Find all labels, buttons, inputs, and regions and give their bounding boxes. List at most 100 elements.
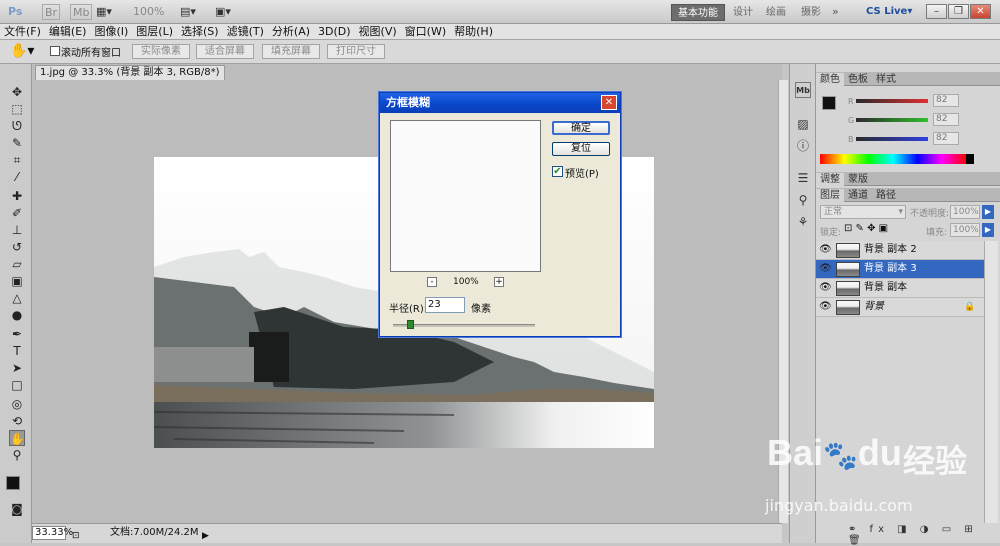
menu-layer[interactable]: 图层(L) bbox=[132, 24, 177, 40]
scroll-all-windows-checkbox[interactable] bbox=[50, 46, 60, 56]
fit-screen-button[interactable]: 适合屏幕 bbox=[196, 44, 254, 59]
menu-analysis[interactable]: 分析(A) bbox=[268, 24, 314, 40]
mini-bridge-panel-icon[interactable]: Mb bbox=[795, 82, 811, 98]
print-size-button[interactable]: 打印尺寸 bbox=[327, 44, 385, 59]
tab-styles[interactable]: 样式 bbox=[872, 73, 900, 86]
layer-row[interactable]: 👁 背景 🔒 bbox=[816, 298, 984, 317]
screen-mode-icon[interactable]: ▣▾ bbox=[215, 4, 231, 20]
visibility-eye-icon[interactable]: 👁 bbox=[819, 244, 832, 256]
fill-screen-button[interactable]: 填充屏幕 bbox=[262, 44, 320, 59]
crop-tool-icon[interactable]: ⌗ bbox=[9, 152, 25, 168]
tab-masks[interactable]: 蒙版 bbox=[844, 173, 872, 186]
workspace-photography[interactable]: 摄影 bbox=[795, 4, 827, 21]
dodge-tool-icon[interactable]: ● bbox=[9, 307, 25, 323]
menu-edit[interactable]: 编辑(E) bbox=[45, 24, 91, 40]
zoom-out-button[interactable]: - bbox=[427, 277, 437, 287]
marquee-tool-icon[interactable]: ⬚ bbox=[9, 101, 25, 117]
opacity-arrow-icon[interactable]: ▶ bbox=[982, 205, 994, 219]
dialog-close-icon[interactable]: ✕ bbox=[601, 95, 617, 110]
brush-tool-icon[interactable]: ✐ bbox=[9, 205, 25, 221]
blue-value[interactable]: 82 bbox=[933, 132, 959, 145]
tab-layers[interactable]: 图层 bbox=[816, 189, 844, 202]
menu-help[interactable]: 帮助(H) bbox=[450, 24, 497, 40]
workspace-essentials[interactable]: 基本功能 bbox=[671, 4, 725, 21]
info-panel-icon[interactable]: ⓘ bbox=[795, 138, 811, 154]
green-value[interactable]: 82 bbox=[933, 113, 959, 126]
mini-bridge-icon[interactable]: Mb bbox=[70, 4, 93, 20]
color-spectrum-bar[interactable] bbox=[820, 154, 966, 164]
visibility-eye-icon[interactable]: 👁 bbox=[819, 301, 832, 313]
menu-window[interactable]: 窗口(W) bbox=[401, 24, 450, 40]
green-slider[interactable] bbox=[856, 118, 928, 122]
gradient-tool-icon[interactable]: ▣ bbox=[9, 273, 25, 289]
quick-mask-icon[interactable]: ◙ bbox=[9, 501, 25, 517]
menu-view[interactable]: 视图(V) bbox=[355, 24, 401, 40]
zoom-tool-icon[interactable]: ⚲ bbox=[9, 447, 25, 463]
history-brush-tool-icon[interactable]: ↺ bbox=[9, 239, 25, 255]
visibility-eye-icon[interactable]: 👁 bbox=[819, 263, 832, 275]
tab-adjustments[interactable]: 调整 bbox=[816, 173, 844, 186]
blur-tool-icon[interactable]: △ bbox=[9, 290, 25, 306]
clone-source-panel-icon[interactable]: ⚘ bbox=[795, 214, 811, 230]
lock-icons[interactable]: ⊡ ✎ ✥ ▣ bbox=[844, 223, 888, 234]
brush-presets-panel-icon[interactable]: ⚲ bbox=[795, 192, 811, 208]
shape-tool-icon[interactable]: □ bbox=[9, 377, 25, 393]
move-tool-icon[interactable]: ✥ bbox=[9, 84, 25, 100]
menu-file[interactable]: 文件(F) bbox=[0, 24, 45, 40]
menu-image[interactable]: 图像(I) bbox=[90, 24, 132, 40]
blue-slider[interactable] bbox=[856, 137, 928, 141]
workspace-painting[interactable]: 绘画 bbox=[760, 4, 792, 21]
lasso-tool-icon[interactable]: ᘎ bbox=[9, 118, 25, 134]
path-selection-tool-icon[interactable]: ➤ bbox=[9, 360, 25, 376]
actual-pixels-button[interactable]: 实际像素 bbox=[132, 44, 190, 59]
preview-checkbox[interactable]: ✔ bbox=[552, 166, 563, 177]
ok-button[interactable]: 确定 bbox=[552, 121, 610, 135]
status-zoom-field[interactable]: 33.33% bbox=[32, 526, 73, 540]
layer-row[interactable]: 👁 背景 副本 2 bbox=[816, 241, 984, 260]
hand-tool-icon[interactable]: ✋ bbox=[9, 430, 25, 446]
menu-3d[interactable]: 3D(D) bbox=[314, 24, 355, 40]
fill-arrow-icon[interactable]: ▶ bbox=[982, 223, 994, 237]
healing-brush-tool-icon[interactable]: ✚ bbox=[9, 188, 25, 204]
layer-row-selected[interactable]: 👁 背景 副本 3 bbox=[816, 260, 984, 279]
workspace-design[interactable]: 设计 bbox=[727, 4, 759, 21]
color-panel-foreground-swatch[interactable] bbox=[822, 96, 836, 110]
radius-input[interactable]: 23 bbox=[425, 297, 465, 313]
fill-value[interactable]: 100% bbox=[950, 223, 980, 237]
restore-button[interactable]: ❐ bbox=[948, 4, 969, 19]
opacity-value[interactable]: 100% bbox=[950, 205, 980, 219]
eraser-tool-icon[interactable]: ▱ bbox=[9, 256, 25, 272]
menu-filter[interactable]: 滤镜(T) bbox=[223, 24, 268, 40]
cs-live-button[interactable]: CS Live▾ bbox=[866, 4, 912, 20]
view-extras-icon[interactable]: ▦▾ bbox=[96, 4, 112, 20]
radius-slider-track[interactable] bbox=[393, 324, 535, 327]
status-zoom-icon[interactable]: ⊡ bbox=[72, 527, 80, 545]
eyedropper-tool-icon[interactable]: ⁄ bbox=[9, 169, 25, 185]
clone-stamp-tool-icon[interactable]: ⊥ bbox=[9, 222, 25, 238]
tab-channels[interactable]: 通道 bbox=[844, 189, 872, 202]
3d-rotate-tool-icon[interactable]: ◎ bbox=[9, 396, 25, 412]
minimize-button[interactable]: – bbox=[926, 4, 947, 19]
hand-tool-preset-icon[interactable]: ✋▾ bbox=[10, 43, 34, 59]
zoom-level[interactable]: 100% bbox=[133, 4, 164, 20]
visibility-eye-icon[interactable]: 👁 bbox=[819, 282, 832, 294]
document-tab[interactable]: 1.jpg @ 33.3% (背景 副本 3, RGB/8*) * ✕ bbox=[35, 65, 225, 93]
quick-selection-tool-icon[interactable]: ✎ bbox=[9, 135, 25, 151]
zoom-in-button[interactable]: + bbox=[494, 277, 504, 287]
tab-color[interactable]: 颜色 bbox=[816, 73, 844, 86]
tab-paths[interactable]: 路径 bbox=[872, 189, 900, 202]
blend-mode-select[interactable]: 正常 ▾ bbox=[820, 205, 906, 219]
arrange-documents-icon[interactable]: ▤▾ bbox=[180, 4, 196, 20]
more-workspaces-icon[interactable]: » bbox=[832, 4, 839, 20]
bridge-icon[interactable]: Br bbox=[42, 4, 61, 20]
actions-panel-icon[interactable]: ☰ bbox=[795, 170, 811, 186]
3d-orbit-tool-icon[interactable]: ⟲ bbox=[9, 413, 25, 429]
pen-tool-icon[interactable]: ✒ bbox=[9, 326, 25, 342]
red-slider[interactable] bbox=[856, 99, 928, 103]
close-button[interactable]: ✕ bbox=[970, 4, 991, 19]
tab-swatches[interactable]: 色板 bbox=[844, 73, 872, 86]
layer-row[interactable]: 👁 背景 副本 bbox=[816, 279, 984, 298]
radius-slider-thumb[interactable] bbox=[407, 320, 414, 329]
type-tool-icon[interactable]: T bbox=[9, 343, 25, 359]
black-swatch[interactable] bbox=[966, 154, 974, 164]
